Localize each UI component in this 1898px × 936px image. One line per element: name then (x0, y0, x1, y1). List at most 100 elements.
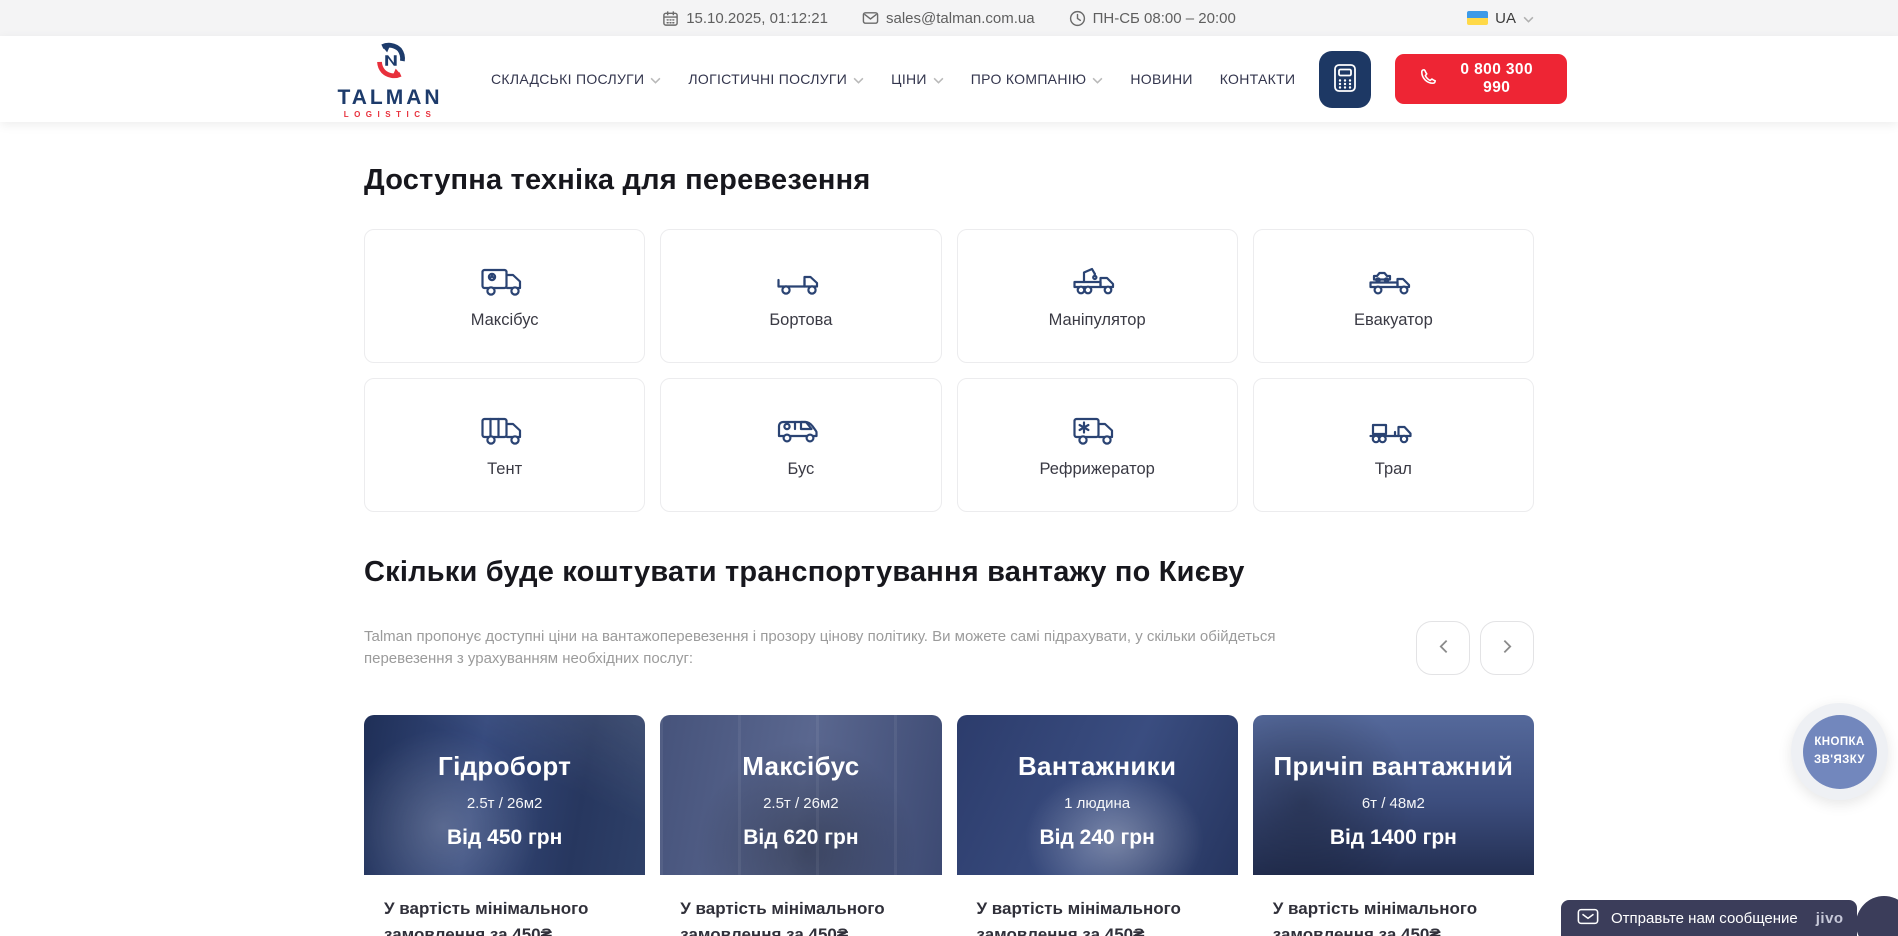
jivo-brand-label: jivo (1816, 910, 1844, 927)
price-card-spec: 2.5т / 26м2 (467, 795, 543, 812)
vehicles-grid: Максібус Бортова Маніпулятор Евакуатор (364, 229, 1534, 512)
nav-item-about-company[interactable]: ПРО КОМПАНІЮ (971, 71, 1104, 87)
vehicle-label: Маніпулятор (1049, 311, 1146, 330)
envelope-icon (862, 11, 879, 25)
email-item[interactable]: sales@talman.com.ua (862, 10, 1035, 27)
nav-label: СКЛАДСЬКІ ПОСЛУГИ (491, 71, 644, 87)
calculator-button[interactable] (1319, 51, 1371, 108)
top-info-bar: 15.10.2025, 01:12:21 sales@talman.com.ua… (0, 0, 1898, 36)
callback-button[interactable]: КНОПКА ЗВ'ЯЗКУ (1791, 703, 1888, 800)
vehicle-label: Бортова (769, 311, 832, 330)
vehicle-card-lowboy[interactable]: Трал (1253, 378, 1534, 512)
vehicle-label: Рефрижератор (1039, 460, 1154, 479)
chevron-down-icon (1092, 71, 1103, 87)
price-card-price: Від 240 грн (1039, 826, 1154, 850)
carousel-next-button[interactable] (1480, 621, 1534, 675)
chevron-right-icon (1503, 639, 1512, 657)
nav-label: НОВИНИ (1130, 71, 1192, 87)
phone-button[interactable]: 0 800 300 990 (1395, 54, 1567, 104)
language-code: UA (1495, 10, 1516, 27)
main-nav: СКЛАДСЬКІ ПОСЛУГИ ЛОГІСТИЧНІ ПОСЛУГИ ЦІН… (491, 71, 1295, 87)
vehicles-section: Доступна техніка для перевезення Максібу… (364, 164, 1534, 512)
vehicle-card-van[interactable]: Бус (660, 378, 941, 512)
nav-label: ЛОГІСТИЧНІ ПОСЛУГИ (688, 71, 847, 87)
price-card-photo: Гідроборт 2.5т / 26м2 Від 450 грн (364, 715, 645, 875)
tent-truck-icon (479, 412, 531, 450)
price-card-title: Вантажники (1018, 751, 1176, 782)
carousel-prev-button[interactable] (1416, 621, 1470, 675)
chat-bubble[interactable] (1856, 896, 1898, 936)
price-card-price: Від 450 грн (447, 826, 562, 850)
chevron-down-icon (1523, 10, 1534, 27)
logo-emblem-icon (369, 40, 411, 85)
nav-item-logistics-services[interactable]: ЛОГІСТИЧНІ ПОСЛУГИ (688, 71, 864, 87)
pricing-section: Скільки буде коштувати транспортування в… (364, 556, 1534, 936)
price-card-price: Від 620 грн (743, 826, 858, 850)
callback-label-line2: ЗВ'ЯЗКУ (1814, 752, 1865, 769)
chevron-down-icon (853, 71, 864, 87)
price-card-spec: 2.5т / 26м2 (763, 795, 839, 812)
tow-truck-icon (1367, 263, 1419, 301)
pricing-description: Talman пропонує доступні ціни на вантажо… (364, 626, 1284, 671)
datetime-text: 15.10.2025, 01:12:21 (686, 10, 828, 27)
vehicle-card-refrigerator[interactable]: Рефрижератор (957, 378, 1238, 512)
vehicle-label: Трал (1375, 460, 1412, 479)
price-card-photo: Причіп вантажний 6т / 48м2 Від 1400 грн (1253, 715, 1534, 875)
price-card-note: У вартість мінімального замовлення за 45… (680, 896, 921, 936)
talman-logo[interactable]: TALMAN LOGISTICS (331, 40, 449, 119)
price-card-maxibus: Максібус 2.5т / 26м2 Від 620 грн У варті… (660, 715, 941, 936)
phone-icon (1419, 67, 1438, 91)
lowboy-truck-icon (1367, 412, 1419, 450)
vehicle-label: Бус (787, 460, 814, 479)
vehicle-card-tow[interactable]: Евакуатор (1253, 229, 1534, 363)
chevron-left-icon (1439, 639, 1448, 657)
chat-widget-bar[interactable]: Отправьте нам сообщение jivo (1561, 900, 1857, 936)
vehicle-label: Евакуатор (1354, 311, 1433, 330)
logo-title: TALMAN (337, 87, 442, 108)
vehicle-card-maxibus[interactable]: Максібус (364, 229, 645, 363)
chat-message-text: Отправьте нам сообщение (1611, 910, 1798, 927)
price-card-cargo-trailer: Причіп вантажний 6т / 48м2 Від 1400 грн … (1253, 715, 1534, 936)
phone-number: 0 800 300 990 (1450, 61, 1543, 97)
carousel-arrows (1416, 621, 1534, 675)
price-card-title: Причіп вантажний (1274, 751, 1514, 782)
nav-label: ПРО КОМПАНІЮ (971, 71, 1087, 87)
vehicle-label: Максібус (471, 311, 539, 330)
price-card-title: Гідроборт (438, 751, 571, 782)
flatbed-truck-icon (775, 263, 827, 301)
price-card-spec: 1 людина (1064, 795, 1130, 812)
vehicle-card-crane[interactable]: Маніпулятор (957, 229, 1238, 363)
working-hours-item: ПН-СБ 08:00 – 20:00 (1069, 10, 1236, 27)
price-card-photo: Максібус 2.5т / 26м2 Від 620 грн (660, 715, 941, 875)
logo-subtitle: LOGISTICS (344, 110, 437, 119)
nav-item-news[interactable]: НОВИНИ (1130, 71, 1192, 87)
price-card-price: Від 1400 грн (1330, 826, 1457, 850)
vehicle-card-tent[interactable]: Тент (364, 378, 645, 512)
pricing-title: Скільки буде коштувати транспортування в… (364, 556, 1534, 589)
crane-truck-icon (1071, 263, 1123, 301)
calendar-icon (662, 10, 679, 27)
calculator-icon (1332, 63, 1358, 96)
nav-item-prices[interactable]: ЦІНИ (891, 71, 944, 87)
price-cards-row: Гідроборт 2.5т / 26м2 Від 450 грн У варт… (364, 715, 1534, 936)
price-card-note: У вартість мінімального замовлення за 45… (384, 896, 625, 936)
ukraine-flag-icon (1467, 11, 1488, 25)
fridge-truck-icon (1071, 412, 1123, 450)
nav-label: ЦІНИ (891, 71, 927, 87)
message-envelope-icon (1577, 908, 1599, 929)
price-card-title: Максібус (742, 751, 859, 782)
datetime-item: 15.10.2025, 01:12:21 (662, 10, 828, 27)
price-card-note: У вартість мінімального замовлення за 45… (977, 896, 1218, 936)
working-hours-text: ПН-СБ 08:00 – 20:00 (1093, 10, 1236, 27)
vehicles-title: Доступна техніка для перевезення (364, 164, 1534, 197)
nav-item-warehouse-services[interactable]: СКЛАДСЬКІ ПОСЛУГИ (491, 71, 661, 87)
van-icon (775, 412, 827, 450)
nav-item-contacts[interactable]: КОНТАКТИ (1220, 71, 1296, 87)
chevron-down-icon (933, 71, 944, 87)
clock-icon (1069, 10, 1086, 27)
site-header: TALMAN LOGISTICS СКЛАДСЬКІ ПОСЛУГИ ЛОГІС… (0, 36, 1898, 122)
nav-label: КОНТАКТИ (1220, 71, 1296, 87)
language-selector[interactable]: UA (1467, 0, 1534, 36)
price-card-note: У вартість мінімального замовлення за 45… (1273, 896, 1514, 936)
vehicle-card-flatbed[interactable]: Бортова (660, 229, 941, 363)
